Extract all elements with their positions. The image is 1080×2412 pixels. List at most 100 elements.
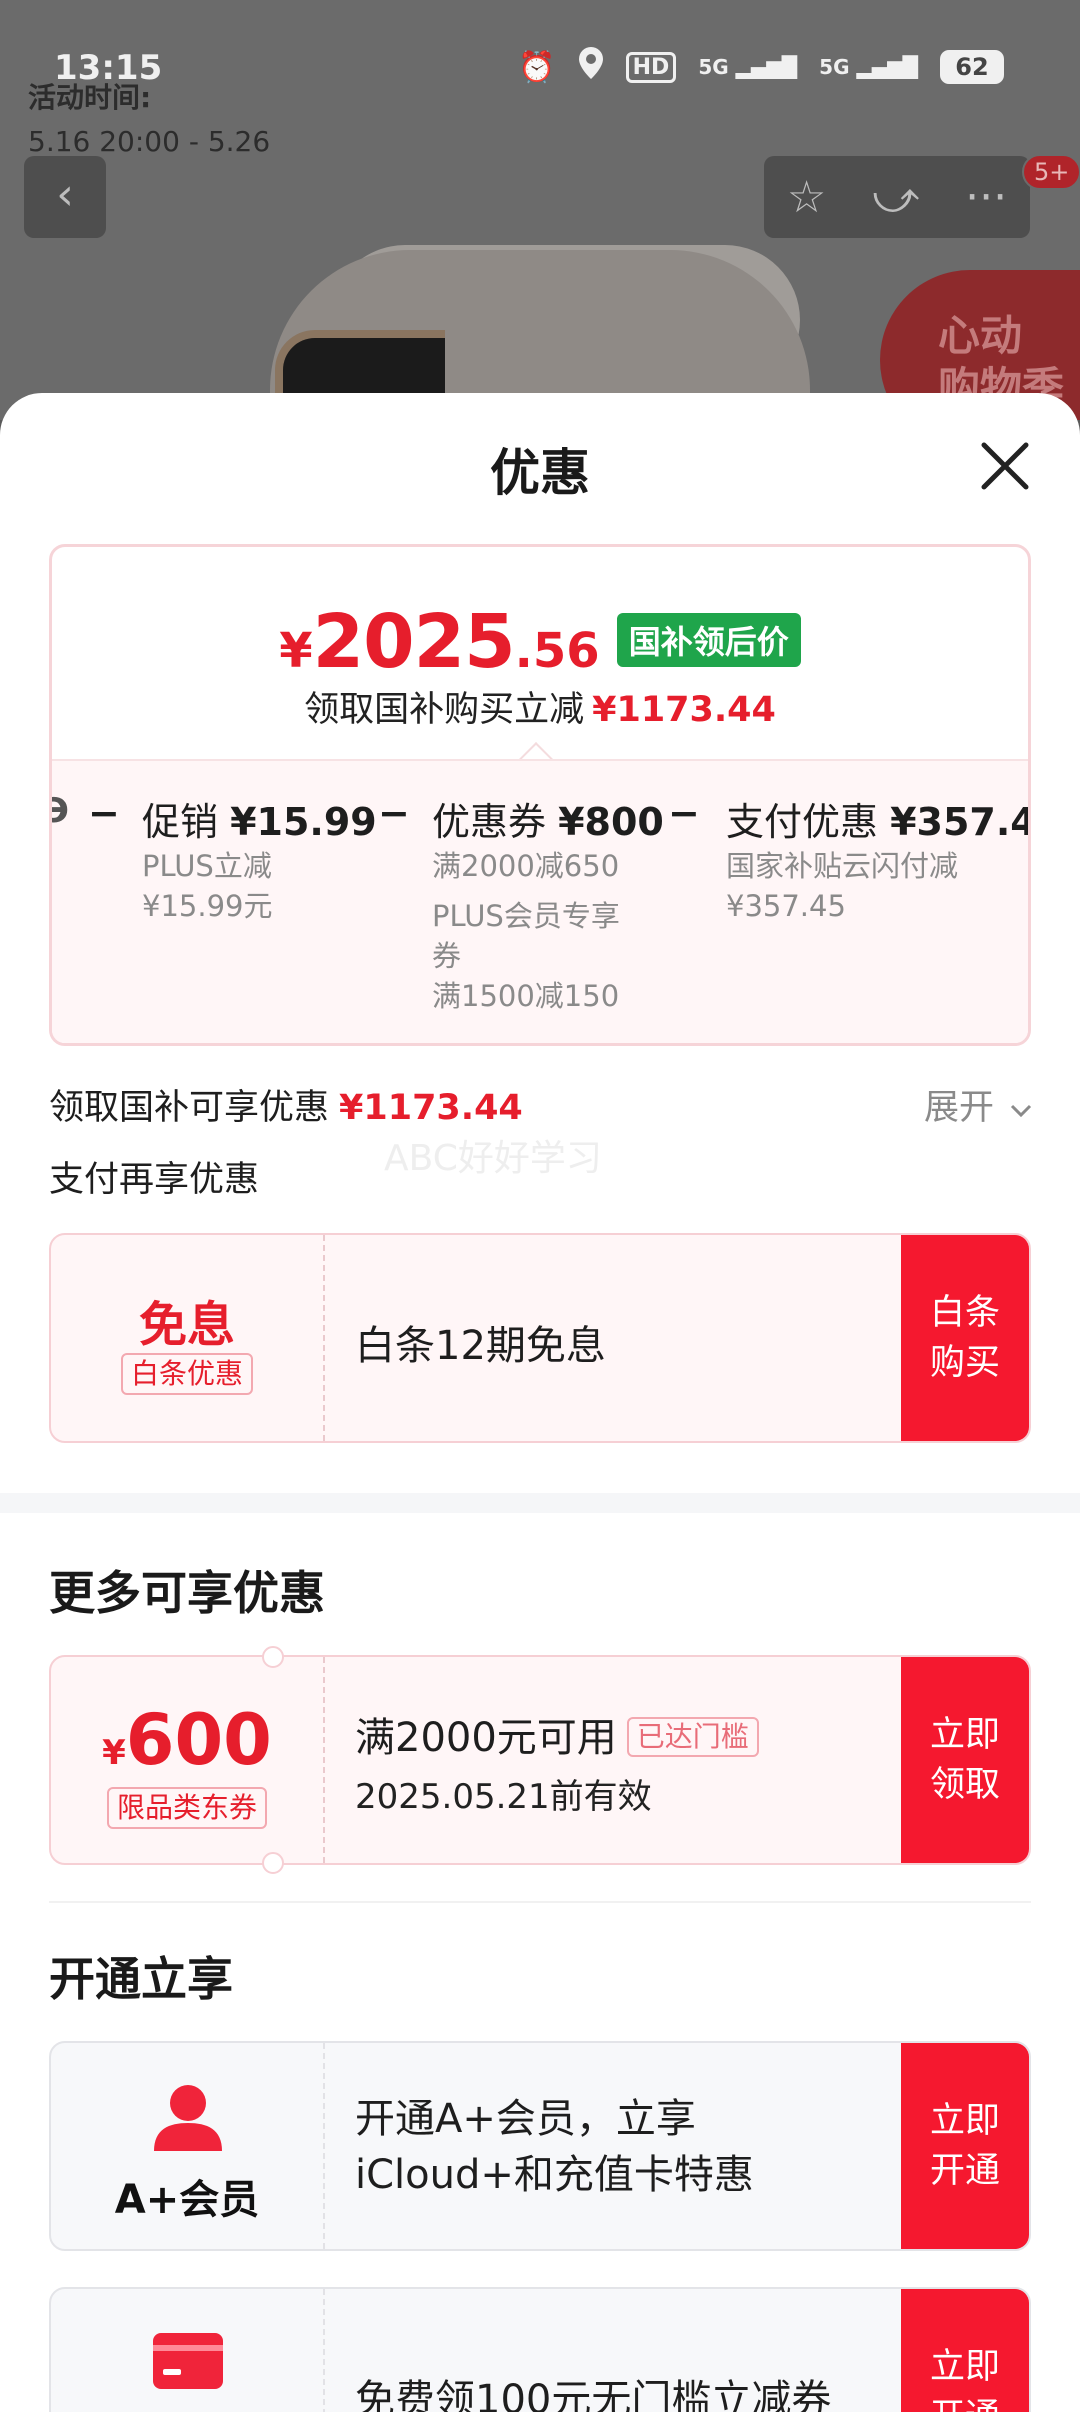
member-card: A+会员 开通A+会员，立享 iCloud+和充值卡特惠 立即开通 bbox=[49, 2041, 1031, 2251]
discount-payment-line: ¥357.45 bbox=[726, 889, 846, 923]
status-icons: ⏰ HD 5G ▂▄▆█ 5G ▂▄▆█ 62 bbox=[518, 46, 1004, 88]
close-icon[interactable] bbox=[974, 435, 1036, 497]
member-desc-line2: iCloud+和充值卡特惠 bbox=[355, 2152, 754, 2198]
coupon-category-tag: 限品类东券 bbox=[106, 1787, 267, 1829]
promo-badge-line1: 心动 bbox=[938, 311, 1023, 360]
discount-coupon-line: PLUS会员专享 bbox=[432, 899, 620, 933]
discount-payment-title: 支付优惠 bbox=[726, 800, 879, 844]
credit-card-icon bbox=[153, 2333, 223, 2389]
chevron-left-icon: ‹ bbox=[56, 169, 74, 220]
subsidy-row: 领取国补可享优惠 ¥1173.44 bbox=[49, 1079, 523, 1130]
coupon-value: 600 bbox=[125, 1699, 272, 1781]
subsidy-row-label: 领取国补可享优惠 bbox=[49, 1088, 330, 1128]
threshold-badge: 已达门槛 bbox=[626, 1717, 759, 1757]
price-decimal: .56 bbox=[514, 623, 600, 679]
member-desc-line1: 开通A+会员，立享 bbox=[355, 2096, 696, 2142]
discount-breakdown: Э − 促销 ¥15.99 PLUS立减 ¥15.99元 − 优惠券 ¥800 … bbox=[52, 759, 1028, 1043]
baitiao-tag-wrap: 白条优惠 bbox=[51, 1353, 323, 1395]
member-desc: 开通A+会员，立享 iCloud+和充值卡特惠 bbox=[355, 2091, 754, 2203]
signal-5g-label: 5G bbox=[698, 55, 729, 79]
interest-free-label: 免息 bbox=[138, 1297, 235, 1353]
chevron-down-icon bbox=[1011, 1104, 1032, 1118]
discount-promo-line: ¥15.99元 bbox=[142, 889, 273, 923]
member-label: A+会员 bbox=[114, 2177, 260, 2223]
discount-coupon-line: 满2000减650 bbox=[432, 849, 620, 883]
discount-payment: 支付优惠 ¥357.45 国家补贴云闪付减 ¥357.45 bbox=[726, 791, 1028, 926]
baitiao-left: 免息 白条优惠 bbox=[51, 1235, 325, 1441]
card-offer: 免费领100元无门槛立减券 立即开通 bbox=[49, 2287, 1031, 2412]
expand-label: 展开 bbox=[924, 1088, 995, 1128]
baitiao-buy-button[interactable]: 白条购买 bbox=[901, 1235, 1029, 1441]
coupon-valid-date: 2025.05.21前有效 bbox=[355, 1777, 652, 1817]
card-offer-desc: 免费领100元无门槛立减券 bbox=[355, 2377, 832, 2412]
coupon-amount: ¥600 bbox=[51, 1699, 323, 1781]
baitiao-card: 免息 白条优惠 白条12期免息 白条购买 bbox=[49, 1233, 1031, 1443]
discount-promo-amount: ¥15.99 bbox=[230, 800, 377, 844]
subsidy-row-value: ¥1173.44 bbox=[339, 1088, 523, 1128]
baitiao-tag: 白条优惠 bbox=[120, 1353, 253, 1395]
location-icon bbox=[578, 46, 604, 88]
discount-sheet: 优惠 ¥2025.56 国补领后价 领取国补购买立减¥1173.44 Э − 促… bbox=[0, 393, 1080, 2412]
signal-5g-label-2: 5G bbox=[819, 55, 850, 79]
discount-coupon-amount: ¥800 bbox=[558, 800, 664, 844]
pay-row-label: 支付再享优惠 bbox=[49, 1160, 260, 1200]
card-offer-left bbox=[51, 2289, 325, 2412]
discount-promo-title: 促销 bbox=[142, 800, 219, 844]
hd-icon: HD bbox=[625, 51, 677, 83]
coupon-card: ¥600 限品类东券 满2000元可用 已达门槛 2025.05.21前有效 立即… bbox=[49, 1655, 1031, 1865]
price-summary-card: ¥2025.56 国补领后价 领取国补购买立减¥1173.44 Э − 促销 ¥… bbox=[49, 544, 1031, 1046]
member-user-icon bbox=[154, 2085, 222, 2151]
claim-coupon-button[interactable]: 立即领取 bbox=[901, 1657, 1029, 1863]
status-bar: 13:15 ⏰ HD 5G ▂▄▆█ 5G ▂▄▆█ 62 bbox=[0, 44, 1080, 104]
minus-sign: − bbox=[668, 791, 700, 835]
final-price: ¥2025.56 国补领后价 bbox=[52, 599, 1028, 685]
coupon-tag-wrap: 限品类东券 bbox=[51, 1787, 323, 1829]
coupon-condition-text: 满2000元可用 bbox=[355, 1715, 617, 1761]
subsidy-price-tag: 国补领后价 bbox=[616, 613, 801, 667]
minus-sign: − bbox=[88, 791, 120, 835]
expand-toggle[interactable]: 展开 bbox=[924, 1079, 1033, 1130]
more-icon[interactable]: ··· bbox=[965, 172, 1007, 223]
star-icon[interactable]: ☆ bbox=[787, 172, 826, 223]
price-reduction: 领取国补购买立减 ¥1173.44 bbox=[52, 681, 1028, 732]
signal-5g-icon-2: 5G ▂▄▆█ bbox=[819, 55, 918, 79]
member-mid: 开通A+会员，立享 iCloud+和充值卡特惠 bbox=[355, 2043, 895, 2249]
coupon-mid: 满2000元可用 已达门槛 2025.05.21前有效 bbox=[355, 1657, 895, 1863]
alarm-icon: ⏰ bbox=[518, 49, 556, 85]
coupon-left: ¥600 限品类东券 bbox=[51, 1657, 325, 1863]
discount-coupon-line: 券 bbox=[432, 939, 462, 973]
back-button[interactable]: ‹ bbox=[24, 156, 106, 238]
more-offers-heading: 更多可享优惠 bbox=[49, 1566, 325, 1620]
price-reduction-label: 领取国补购买立减 bbox=[304, 690, 585, 730]
discount-coupon: 优惠券 ¥800 满2000减650 PLUS会员专享 券 满1500减150 bbox=[432, 791, 664, 1016]
battery-icon: 62 bbox=[940, 50, 1004, 84]
price-header: ¥2025.56 国补领后价 领取国补购买立减 ¥1173.44 bbox=[52, 547, 1028, 759]
discount-promo-line: PLUS立减 bbox=[142, 849, 272, 883]
discount-payment-amount: ¥357.45 bbox=[890, 800, 1028, 844]
watermark: ABC好好学习 bbox=[384, 1138, 602, 1179]
price-integer: 2025 bbox=[312, 599, 516, 685]
status-time: 13:15 bbox=[54, 48, 163, 88]
baitiao-desc: 白条12期免息 bbox=[355, 1323, 606, 1369]
thin-divider bbox=[49, 1901, 1031, 1903]
section-divider bbox=[0, 1493, 1080, 1513]
coupon-yen: ¥ bbox=[102, 1733, 126, 1773]
sheet-title: 优惠 bbox=[490, 444, 590, 502]
open-section-heading: 开通立享 bbox=[49, 1952, 233, 2006]
open-member-button[interactable]: 立即开通 bbox=[901, 2043, 1029, 2249]
signal-5g-icon: 5G ▂▄▆█ bbox=[698, 55, 798, 79]
price-currency: ¥ bbox=[279, 623, 313, 679]
coupon-notch-bottom bbox=[262, 1852, 284, 1874]
price-reduction-value: ¥1173.44 bbox=[592, 690, 776, 730]
discount-payment-line: 国家补贴云闪付减 bbox=[726, 849, 959, 883]
message-count-badge: 5+ bbox=[1022, 154, 1080, 190]
share-icon[interactable]: ⤻ bbox=[872, 172, 919, 223]
baitiao-mid: 白条12期免息 bbox=[355, 1235, 895, 1441]
discount-promo: 促销 ¥15.99 PLUS立减 ¥15.99元 bbox=[142, 791, 377, 926]
top-tools: ☆ ⤻ ··· bbox=[764, 156, 1030, 238]
coupon-notch-top bbox=[262, 1646, 284, 1668]
coupon-condition: 满2000元可用 已达门槛 bbox=[355, 1705, 759, 1763]
cutoff-glyph: Э bbox=[52, 791, 69, 831]
open-card-button[interactable]: 立即开通 bbox=[901, 2289, 1029, 2412]
discount-coupon-line: 满1500减150 bbox=[432, 979, 620, 1013]
